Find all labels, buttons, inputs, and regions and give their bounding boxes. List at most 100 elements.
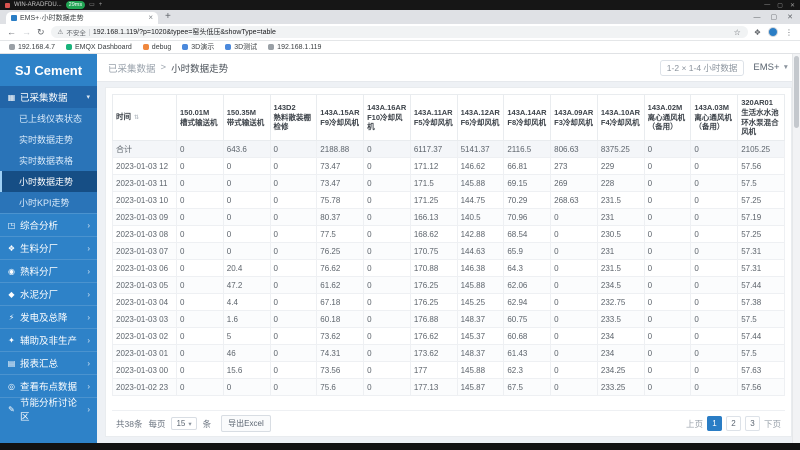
bookmark-label: 192.168.1.119 [277,43,322,51]
tab-close-icon[interactable]: × [148,14,153,22]
bookmark-item[interactable]: 3D演示 [182,42,214,52]
address-bar[interactable]: ⚠ 不安全 192.168.1.119/?p=1020&typee=窑头低压&s… [50,26,748,38]
table-cell: 228 [596,174,645,192]
table-cell: 62.3 [503,361,552,379]
browser-tab[interactable]: EMS+·小时数据走势 × [6,12,158,24]
table-cell: 166.13 [409,208,458,226]
column-header[interactable]: 143A.11AR F5冷却风机 [409,94,458,141]
table-cell: 146.62 [456,157,505,175]
column-header[interactable]: 143D2 熟料散装棚检修 [269,94,318,141]
column-header[interactable]: 143A.02M 离心通风机（备用） [643,94,692,141]
sidebar-item[interactable]: ▤ 报表汇总 › [0,351,97,374]
table-cell: 57.56 [737,157,785,175]
sidebar-subitem[interactable]: 小时数据走势 [0,171,97,192]
sidebar-subitem[interactable]: 小时KPI走势 [0,192,97,213]
table-cell: 231 [596,242,645,260]
sidebar-item[interactable]: ◳ 综合分析 › [0,213,97,236]
table-cell: 144.63 [456,242,505,260]
column-header[interactable]: 143A.16AR F10冷却风机 [363,94,411,141]
monitor-icon[interactable]: ▭ [89,0,95,10]
table-cell: 0 [176,361,224,379]
page-button[interactable]: 2 [725,416,741,431]
next-page-button[interactable]: 下页 [764,418,781,430]
column-header[interactable]: 143A.12AR F6冷却风机 [456,94,505,141]
range-chip[interactable]: 1-2 × 1-4 小时数据 [659,59,745,76]
sidebar-item[interactable]: ❖ 生料分厂 › [0,236,97,259]
table-cell: 0 [363,327,411,345]
column-header[interactable]: 时间 ⇅ [112,94,177,141]
points-icon: ◎ [8,381,15,391]
table-cell: 234.25 [596,361,645,379]
maximize-icon[interactable]: ▢ [777,2,783,9]
bookmark-item[interactable]: 3D测试 [225,42,257,52]
window-maximize-icon[interactable]: ▢ [771,13,778,21]
browser-menu-icon[interactable]: ⋮ [785,28,793,37]
table-cell: 148.37 [456,344,505,362]
export-excel-button[interactable]: 导出Excel [221,415,271,432]
bookmarks-bar: 192.168.4.7 EMQX Dashboard debug 3D演示 3D测试 19… [0,41,800,54]
table-cell: 0 [550,242,598,260]
sidebar-subitem[interactable]: 实时数据表格 [0,150,97,171]
sidebar-item-collected-data[interactable]: ▦ 已采集数据 ▾ [0,86,97,108]
table-cell: 0 [643,208,692,226]
sidebar-item[interactable]: ◆ 水泥分厂 › [0,282,97,305]
page-button[interactable]: 1 [706,416,722,431]
bookmark-item[interactable]: debug [142,44,171,51]
bookmark-label: 3D测试 [234,44,258,51]
forward-icon[interactable]: → [22,25,31,40]
table-cell: 57.38 [737,293,785,311]
column-header[interactable]: 150.01M 槽式输送机 [176,94,224,141]
bookmark-item[interactable]: 192.168.4.7 [9,44,55,51]
new-tab-button[interactable]: + [165,11,171,23]
table-cell: 73.56 [316,361,365,379]
table-cell: 合计 [112,140,177,158]
table-row: 2023-01-03 01 0 46 0 74.31 0 173.62 148.37 61.43… [112,344,785,362]
back-icon[interactable]: ← [7,25,16,40]
sidebar-subitem[interactable]: 实时数据走势 [0,129,97,150]
table-cell: 0 [176,276,224,294]
add-session-icon[interactable]: + [99,0,103,10]
sort-icon[interactable]: ⇅ [134,115,139,121]
close-icon[interactable]: ✕ [790,2,795,9]
column-header[interactable]: 143A.15AR F9冷却风机 [316,94,365,141]
column-header[interactable]: 320AR01 生活水水池环水泵混合风机 [737,94,785,141]
sidebar-item[interactable]: ⚡ 发电及总降 › [0,305,97,328]
column-header[interactable]: 143A.14AR F8冷却风机 [503,94,552,141]
table-cell: 60.68 [503,327,552,345]
per-page-select[interactable]: 15 ▾ [171,417,197,430]
table-cell: 0 [222,225,271,243]
tab-favicon [11,15,17,21]
column-header[interactable]: 143A.09AR F3冷却风机 [550,94,598,141]
table-cell: 57.25 [737,225,785,243]
column-header[interactable]: 150.35M 带式输送机 [222,94,271,141]
column-header[interactable]: 143A.10AR F4冷却风机 [596,94,645,141]
bookmark-favicon [268,44,275,50]
sidebar-item[interactable]: ✦ 辅助及非生产 › [0,328,97,351]
window-minimize-icon[interactable]: — [754,14,761,21]
column-name: F4冷却风机 [600,117,640,127]
remote-session-title: WIN-ARADFDU... [14,2,62,8]
sidebar-subitem[interactable]: 已上线仪表状态 [0,108,97,129]
scrollbar-thumb[interactable] [794,56,799,128]
window-close-icon[interactable]: ✕ [787,13,793,21]
prev-page-button[interactable]: 上页 [686,418,703,430]
page-button[interactable]: 3 [744,416,760,431]
sidebar-item[interactable]: ✎ 节能分析讨论区 › [0,397,97,423]
breadcrumb-separator: > [160,62,167,73]
total-row: 合计 0 643.6 0 2188.88 0 6117.37 5141.37 2116.5 806… [112,140,785,158]
breadcrumb-parent[interactable]: 已采集数据 [108,61,156,75]
sidebar-item[interactable]: ◉ 熟料分厂 › [0,259,97,282]
bookmark-star-icon[interactable]: ☆ [734,28,741,37]
app-switcher[interactable]: EMS+ ▼ [753,62,789,73]
profile-avatar[interactable] [768,27,778,37]
bookmark-item[interactable]: EMQX Dashboard [65,44,132,51]
extensions-icon[interactable]: ❖ [754,28,761,37]
table-cell: 0 [690,225,739,243]
refresh-icon[interactable]: ↻ [37,25,45,40]
minimize-icon[interactable]: — [764,2,770,9]
table-cell: 0 [222,157,271,175]
column-header[interactable]: 143A.03M 离心通风机（备用） [690,94,739,141]
sidebar-item[interactable]: ◎ 查看布点数据 › [0,374,97,397]
bookmark-item[interactable]: 192.168.1.119 [268,44,321,51]
page-scrollbar[interactable] [792,54,800,443]
